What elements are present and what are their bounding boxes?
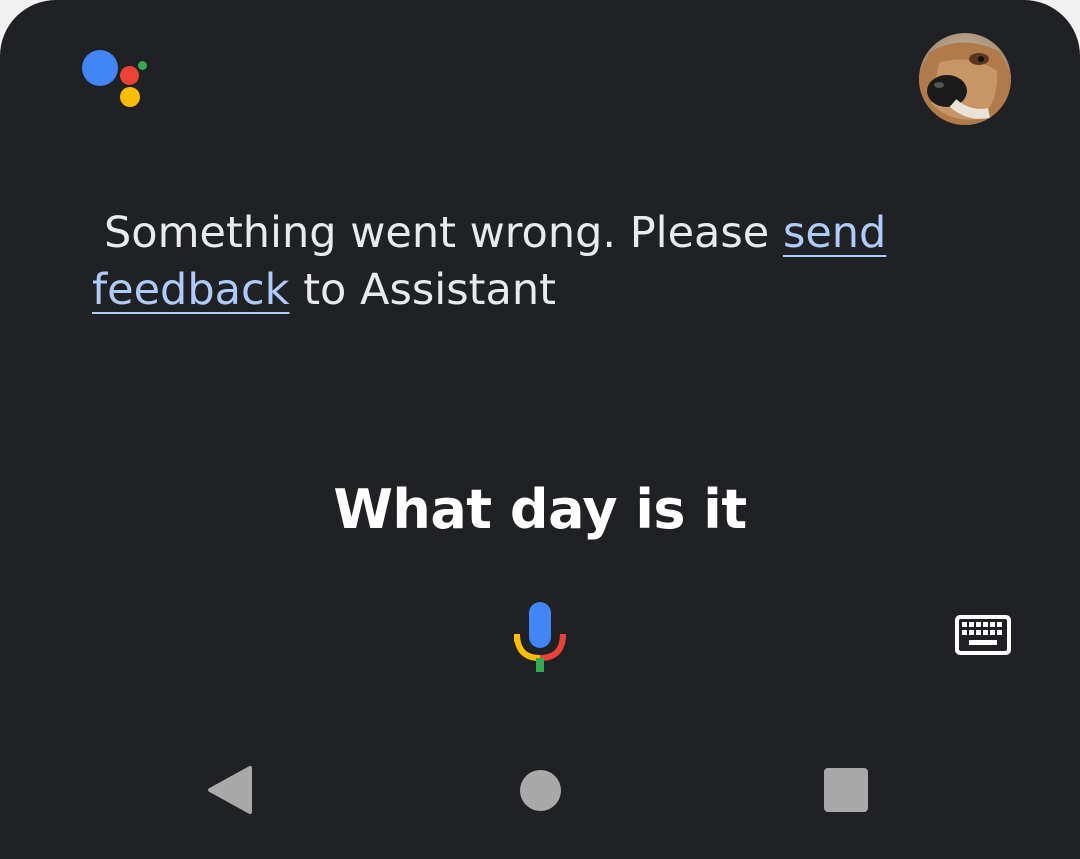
dog-avatar-icon [919, 33, 1011, 125]
logo-red-dot [120, 66, 139, 85]
assistant-response: Something went wrong. Please send feedba… [92, 205, 892, 319]
google-assistant-logo-icon [82, 48, 152, 110]
response-trailing-text: to Assistant [289, 265, 556, 315]
logo-green-dot [138, 61, 147, 70]
nav-home-button[interactable] [520, 770, 561, 811]
microphone-button[interactable] [510, 598, 570, 676]
response-lead-text: Something went wrong. Please [104, 208, 783, 258]
logo-yellow-dot [120, 87, 140, 107]
user-query: What day is it [333, 478, 747, 541]
nav-back-button[interactable] [206, 764, 254, 816]
nav-recents-button[interactable] [824, 768, 868, 812]
assistant-sheet: Something went wrong. Please send feedba… [0, 0, 1080, 859]
keyboard-icon [955, 615, 1011, 655]
microphone-icon [514, 602, 566, 672]
back-triangle-icon [208, 766, 252, 814]
account-avatar[interactable] [919, 33, 1011, 125]
keyboard-button[interactable] [953, 613, 1013, 657]
logo-blue-dot [82, 50, 118, 86]
